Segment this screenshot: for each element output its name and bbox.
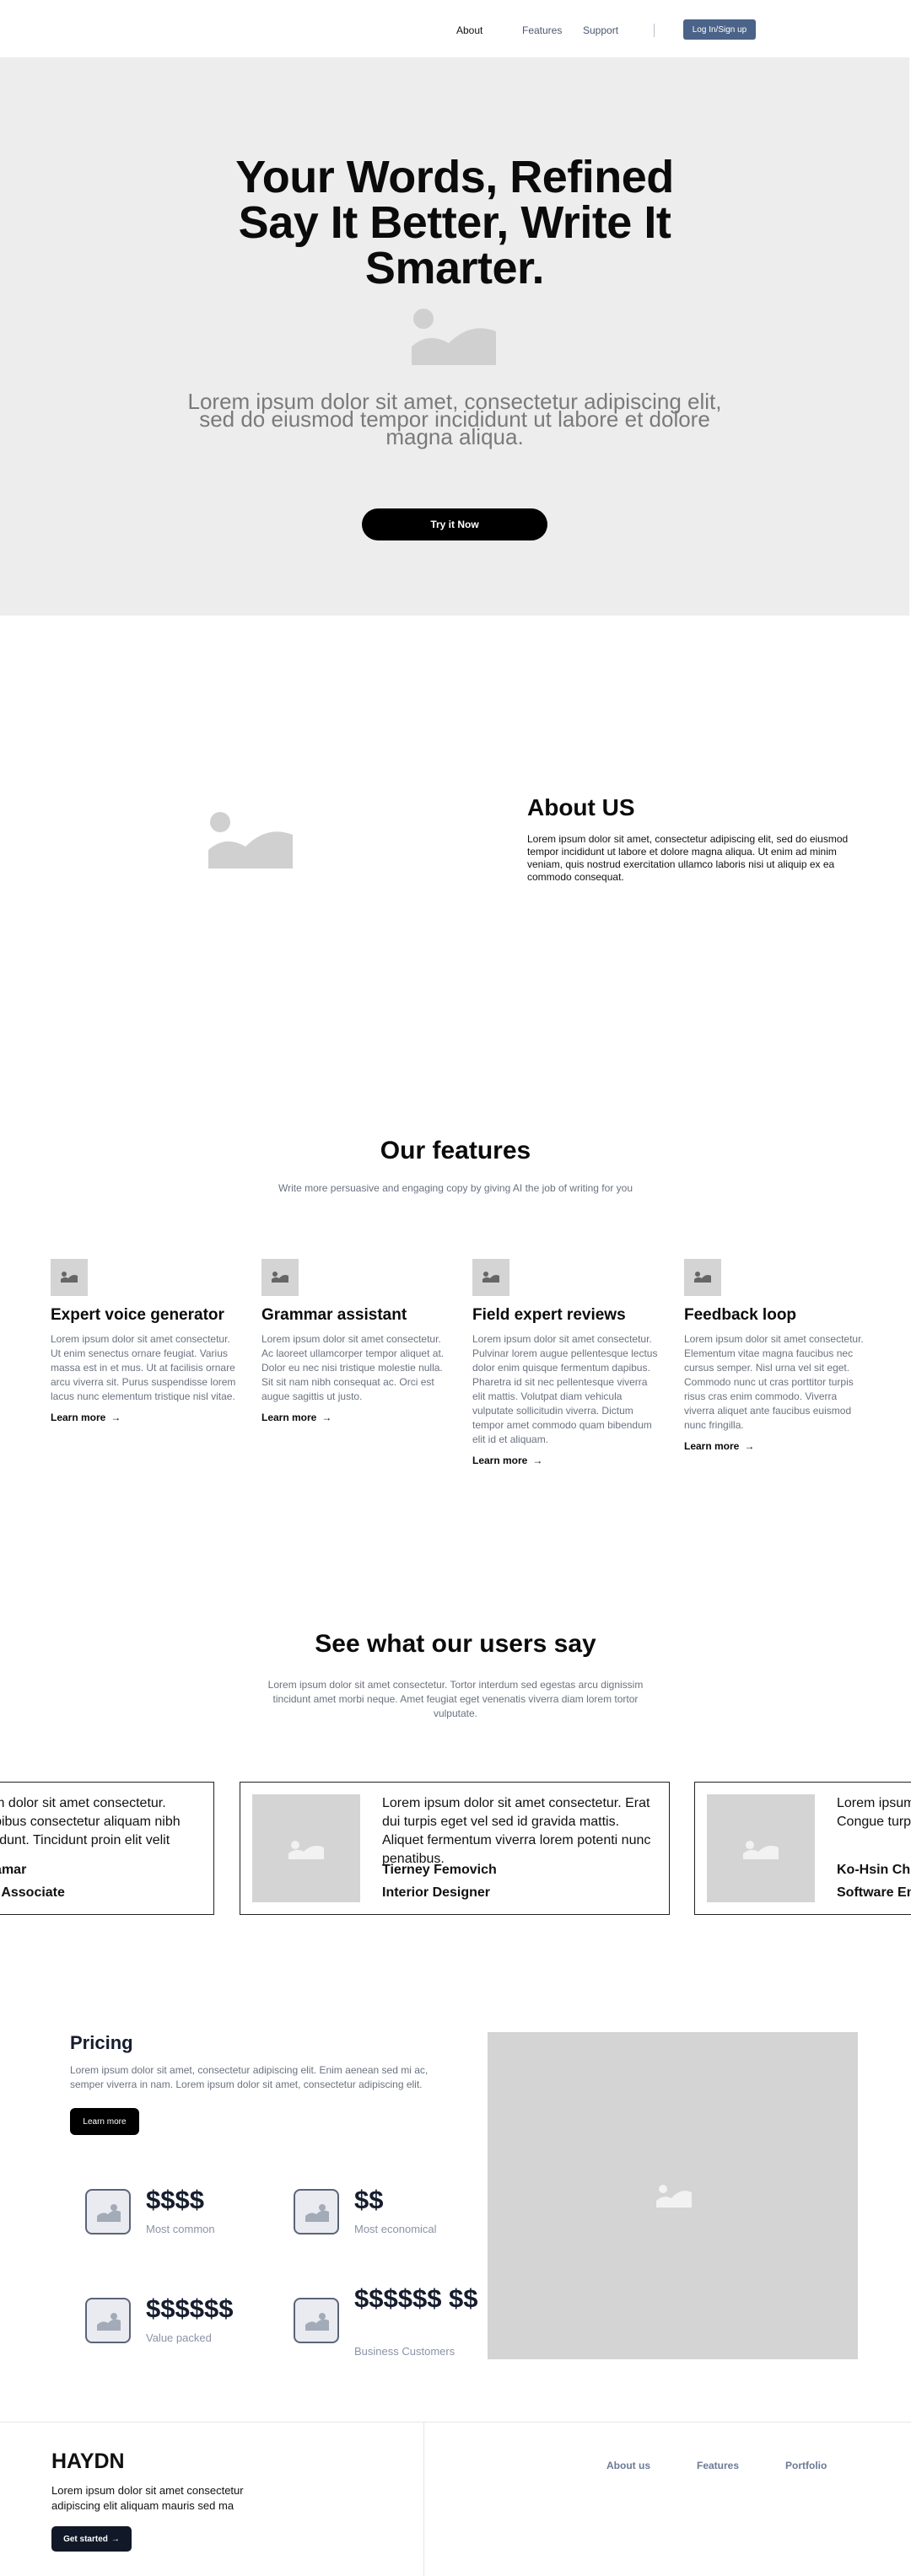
footer: HAYDN Lorem ipsum dolor sit amet consect… (0, 2422, 911, 2576)
avatar-placeholder (252, 1794, 360, 1902)
footer-logo: HAYDN (51, 2450, 125, 2473)
image-placeholder-icon (656, 2185, 692, 2208)
footer-link-portfolio[interactable]: Portfolio (785, 2460, 827, 2471)
learn-more-button[interactable]: Learn more (70, 2108, 139, 2135)
image-icon (684, 1259, 721, 1296)
image-icon (85, 2298, 131, 2343)
testimonial-card: Lorem ipsum dolor sit amet consectetur. … (240, 1782, 670, 1915)
nav-link-support[interactable]: Support (583, 24, 618, 36)
testimonials-subtitle: Lorem ipsum dolor sit amet consectetur. … (267, 1679, 644, 1719)
feature-card: Grammar assistant Lorem ipsum dolor sit … (261, 1259, 447, 1423)
nav-link-about[interactable]: About (456, 24, 482, 36)
feature-card: Expert voice generator Lorem ipsum dolor… (51, 1259, 236, 1423)
feature-title: Field expert reviews (472, 1306, 626, 1324)
testimonial-role: Software Engineer (837, 1885, 911, 1900)
image-icon (85, 2189, 131, 2235)
learn-more-label: Learn more (472, 1455, 528, 1466)
testimonial-quote: Lorem ipsum dolor sit amet consectetur. … (837, 1796, 911, 1829)
arrow-right-icon: → (532, 1455, 543, 1466)
testimonial-role: Interior Designer (382, 1885, 491, 1900)
footer-link-about-us[interactable]: About us (606, 2460, 650, 2471)
get-started-button[interactable]: Get started → (51, 2526, 132, 2552)
testimonial-name: Ko-Hsin Chu (837, 1863, 911, 1877)
testimonial-card: Lorem ipsum dolor sit amet consectetur. … (0, 1782, 214, 1915)
login-signup-button[interactable]: Log In/Sign up (683, 19, 756, 40)
plan-price: $$ (354, 2185, 384, 2214)
arrow-right-icon: → (111, 1412, 121, 1423)
arrow-right-icon: → (744, 1440, 755, 1452)
try-it-now-button[interactable]: Try it Now (362, 508, 547, 540)
hero-subtitle: Lorem ipsum dolor sit amet, consectetur … (187, 389, 722, 449)
footer-link-features[interactable]: Features (697, 2460, 739, 2471)
arrow-right-icon: → (111, 2534, 120, 2544)
feature-title: Expert voice generator (51, 1306, 224, 1324)
plan-price: $$$$$$ (146, 2294, 234, 2323)
feature-text: Lorem ipsum dolor sit amet consectetur. … (472, 1333, 658, 1445)
pricing-text: Lorem ipsum dolor sit amet, consectetur … (70, 2064, 429, 2090)
plan-price: $$$$ (146, 2185, 204, 2214)
testimonials-title: See what our users say (315, 1630, 596, 1658)
learn-more-link[interactable]: Learn more → (684, 1440, 870, 1452)
features-subtitle: Write more persuasive and engaging copy … (278, 1182, 633, 1194)
image-placeholder-icon (412, 309, 496, 365)
image-icon (294, 2298, 339, 2343)
testimonial-quote: Lorem ipsum dolor sit amet consectetur. … (382, 1796, 651, 1866)
testimonial-role: Operations Associate (0, 1885, 65, 1900)
image-icon (294, 2189, 339, 2235)
learn-more-label: Learn more (51, 1412, 106, 1423)
learn-more-label: Learn more (684, 1440, 740, 1452)
about-title: About US (527, 794, 635, 820)
testimonial-quote: Lorem ipsum dolor sit amet consectetur. … (0, 1796, 181, 1847)
nav-divider (654, 24, 655, 37)
learn-more-label: Learn more (261, 1412, 317, 1423)
hero-section: Your Words, Refined Say It Better, Write… (0, 57, 909, 616)
feature-card: Feedback loop Lorem ipsum dolor sit amet… (684, 1259, 870, 1452)
testimonial-card: Lorem ipsum dolor sit amet consectetur. … (694, 1782, 911, 1915)
image-icon (51, 1259, 88, 1296)
image-placeholder-icon (208, 812, 293, 869)
feature-card: Field expert reviews Lorem ipsum dolor s… (472, 1259, 658, 1466)
plan-label: Most common (146, 2223, 215, 2235)
learn-more-link[interactable]: Learn more → (51, 1412, 236, 1423)
arrow-right-icon: → (321, 1412, 332, 1423)
testimonial-name: Tierney Femovich (382, 1863, 497, 1877)
image-icon (472, 1259, 509, 1296)
plan-label: Business Customers (354, 2345, 456, 2358)
feature-text: Lorem ipsum dolor sit amet consectetur. … (684, 1333, 864, 1431)
page: About Features Support Log In/Sign up Yo… (0, 0, 911, 2576)
feature-text: Lorem ipsum dolor sit amet consectetur. … (261, 1333, 445, 1402)
hero-title: Your Words, Refined Say It Better, Write… (235, 152, 674, 293)
plan-price: $$$$$$ $$ (354, 2283, 478, 2313)
learn-more-link[interactable]: Learn more → (472, 1455, 658, 1466)
get-started-label: Get started (63, 2534, 108, 2544)
feature-title: Feedback loop (684, 1306, 797, 1324)
learn-more-link[interactable]: Learn more → (261, 1412, 447, 1423)
pricing-title: Pricing (70, 2032, 133, 2053)
plan-label: Most economical (354, 2223, 437, 2235)
nav-link-features[interactable]: Features (522, 24, 562, 36)
features-title: Our features (380, 1137, 531, 1164)
plan-label: Value packed (146, 2331, 212, 2344)
footer-text: Lorem ipsum dolor sit amet consectetur a… (51, 2484, 244, 2512)
avatar-placeholder (707, 1794, 815, 1902)
footer-brand-panel: HAYDN Lorem ipsum dolor sit amet consect… (0, 2423, 424, 2576)
feature-title: Grammar assistant (261, 1306, 407, 1324)
top-nav: About Features Support Log In/Sign up (0, 0, 911, 57)
about-text: Lorem ipsum dolor sit amet, consectetur … (527, 833, 849, 883)
testimonial-name: Sakshi Vetamar (0, 1863, 27, 1877)
image-icon (261, 1259, 299, 1296)
feature-text: Lorem ipsum dolor sit amet consectetur. … (51, 1333, 236, 1402)
pricing-image-placeholder (488, 2032, 858, 2359)
